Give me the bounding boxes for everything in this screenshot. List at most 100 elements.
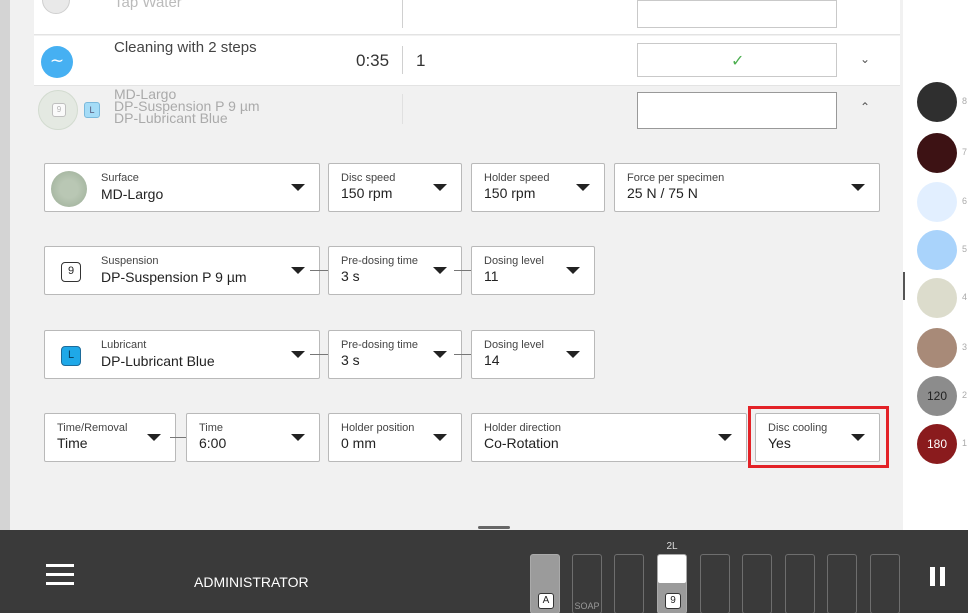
wave-icon: ∼: [41, 46, 73, 78]
surface-select[interactable]: Surface MD-Largo: [44, 163, 320, 212]
surface-icon: 9: [38, 90, 78, 130]
pause-icon[interactable]: [930, 567, 946, 586]
suspension-icon: 9: [61, 262, 81, 282]
lubricant-l-icon: L: [84, 102, 100, 118]
slot-empty[interactable]: [742, 554, 772, 613]
holder-position-select[interactable]: Holder position 0 mm: [328, 413, 462, 462]
step-row-cleaning[interactable]: ∼ Cleaning with 2 steps 0:35 1 ✓ ⌄: [34, 36, 900, 86]
holder-direction-label: Holder direction: [484, 422, 562, 434]
palette-number: 6: [962, 196, 968, 206]
dosing-label: Dosing level: [484, 255, 544, 267]
time-removal-select[interactable]: Time/Removal Time: [44, 413, 176, 462]
app-window: Tap Water ∼ Cleaning with 2 steps 0:35 1…: [0, 0, 968, 613]
force-value: 25 N / 75 N: [627, 185, 698, 201]
predose-label: Pre-dosing time: [341, 339, 419, 351]
slot-fill: [658, 555, 686, 583]
dropdown-caret-icon: [147, 434, 161, 441]
dropdown-caret-icon: [718, 434, 732, 441]
highlight-box: [748, 406, 889, 468]
divider: [402, 46, 403, 74]
time-select[interactable]: Time 6:00: [186, 413, 320, 462]
slot-9-volume: 2L: [666, 541, 678, 552]
palette-disc-6[interactable]: [917, 182, 957, 222]
menu-icon[interactable]: [46, 564, 74, 586]
lubricant-dosing-select[interactable]: Dosing level 14: [471, 330, 595, 379]
step-time: 0:35: [356, 51, 390, 70]
dropdown-caret-icon: [291, 351, 305, 358]
step-row-md-largo[interactable]: 9 L MD-Largo DP-Suspension P 9 µm DP-Lub…: [34, 87, 900, 136]
palette-number: 7: [962, 147, 968, 157]
slot-9-tag: 9: [665, 593, 681, 609]
holder-speed-value: 150 rpm: [484, 185, 536, 201]
time-removal-value: Time: [57, 435, 88, 451]
step-name: Cleaning with 2 steps: [114, 39, 257, 56]
left-strip: [0, 0, 10, 530]
surface-value: MD-Largo: [101, 186, 164, 202]
palette-number: 5: [962, 244, 968, 254]
connector-line: [310, 354, 330, 355]
lubricant-predose-select[interactable]: Pre-dosing time 3 s: [328, 330, 462, 379]
force-label: Force per specimen: [627, 172, 725, 184]
step-row-tap-water[interactable]: Tap Water: [34, 0, 900, 35]
suspension-dosing-select[interactable]: Dosing level 11: [471, 246, 595, 295]
holder-direction-select[interactable]: Holder direction Co-Rotation: [471, 413, 747, 462]
chevron-up-icon[interactable]: ⌃: [860, 100, 870, 114]
slot-empty[interactable]: [785, 554, 815, 613]
lubricant-select[interactable]: L Lubricant DP-Lubricant Blue: [44, 330, 320, 379]
palette-disc-8[interactable]: [917, 82, 957, 122]
predose-value: 3 s: [341, 268, 360, 284]
suspension-label: Suspension: [101, 255, 159, 267]
footer-bar: ADMINISTRATOR A SOAP 2L 9: [0, 526, 968, 613]
holder-position-value: 0 mm: [341, 435, 376, 451]
suspension-predose-select[interactable]: Pre-dosing time 3 s: [328, 246, 462, 295]
surface-label: Surface: [101, 172, 139, 184]
palette-disc-1[interactable]: 180: [917, 424, 957, 464]
palette-disc-7[interactable]: [917, 133, 957, 173]
dropdown-caret-icon: [291, 184, 305, 191]
dropdown-caret-icon: [566, 267, 580, 274]
holder-speed-select[interactable]: Holder speed 150 rpm: [471, 163, 605, 212]
dropdown-caret-icon: [566, 351, 580, 358]
check-icon: ✓: [731, 53, 745, 70]
palette-disc-3[interactable]: [917, 328, 957, 368]
palette-number: 3: [962, 342, 968, 352]
scroll-indicator[interactable]: [903, 272, 905, 300]
palette-disc-2[interactable]: 120: [917, 376, 957, 416]
time-removal-label: Time/Removal: [57, 422, 128, 434]
connector-line: [310, 270, 330, 271]
suspension-select[interactable]: 9 Suspension DP-Suspension P 9 µm: [44, 246, 320, 295]
dropdown-caret-icon: [291, 267, 305, 274]
slot-a-tag: A: [538, 593, 554, 609]
step-status-box: [637, 92, 837, 129]
disc-speed-select[interactable]: Disc speed 150 rpm: [328, 163, 462, 212]
slot-empty[interactable]: [827, 554, 857, 613]
slot-a[interactable]: A: [530, 554, 560, 613]
disc-speed-value: 150 rpm: [341, 185, 393, 201]
time-label: Time: [199, 422, 224, 434]
md-largo-disc-icon: [51, 171, 87, 207]
palette-number: 8: [962, 96, 968, 106]
slot-empty[interactable]: [700, 554, 730, 613]
user-name: ADMINISTRATOR: [194, 574, 309, 590]
palette-number: 4: [962, 292, 968, 302]
slot-empty[interactable]: [614, 554, 644, 613]
lubricant-icon: L: [61, 346, 81, 366]
chevron-down-icon[interactable]: ⌄: [860, 52, 870, 66]
force-select[interactable]: Force per specimen 25 N / 75 N: [614, 163, 880, 212]
step-status-box: [637, 0, 837, 28]
palette-disc-5[interactable]: [917, 230, 957, 270]
dropdown-caret-icon: [433, 351, 447, 358]
drag-handle[interactable]: [478, 526, 510, 529]
dropdown-caret-icon: [576, 184, 590, 191]
slot-empty[interactable]: [870, 554, 900, 613]
suspension-value: DP-Suspension P 9 µm: [101, 269, 247, 285]
palette-disc-4[interactable]: [917, 278, 957, 318]
disc-palette: 8 7 6 5 4 3 120 2 180 1: [903, 0, 968, 530]
step-name: Tap Water: [114, 0, 182, 11]
slot-soap-label: SOAP: [574, 601, 600, 611]
slot-9[interactable]: 2L 9: [657, 541, 687, 613]
water-icon: [42, 0, 70, 14]
lubricant-label: Lubricant: [101, 339, 147, 351]
slot-soap[interactable]: SOAP: [572, 554, 602, 613]
lubricant-value: DP-Lubricant Blue: [101, 353, 215, 369]
